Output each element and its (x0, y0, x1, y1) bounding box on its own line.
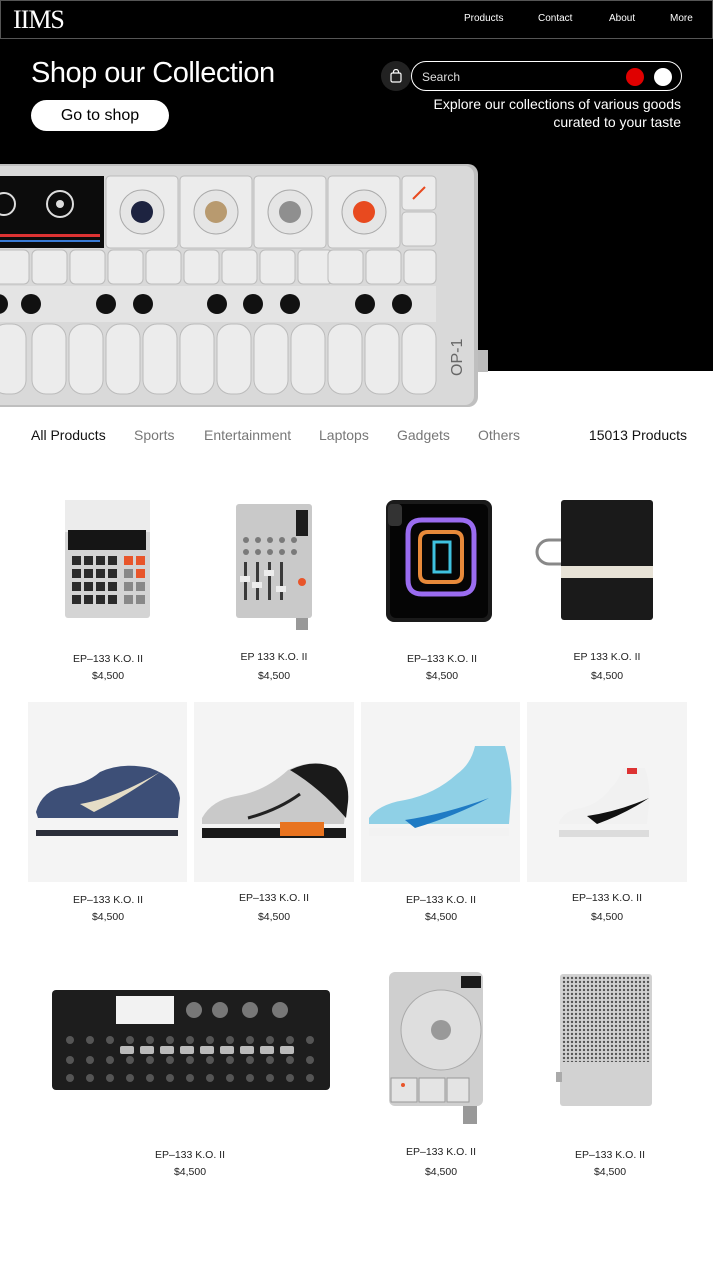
product-price: $4,500 (425, 670, 459, 682)
product-price: $4,500 (173, 1166, 207, 1178)
product-price: $4,500 (590, 670, 624, 682)
product-price: $4,500 (91, 670, 125, 682)
top-nav: IIMS Products Contact About More (0, 0, 713, 39)
search-bar (411, 61, 682, 91)
product-name: EP–133 K.O. II (405, 1146, 477, 1158)
category-others[interactable]: Others (478, 427, 520, 443)
product-name: EP 133 K.O. II (240, 651, 308, 663)
nav-products-link[interactable]: Products (464, 13, 503, 24)
cart-button[interactable] (381, 61, 411, 91)
product-card[interactable]: EP 133 K.O. II $4,500 (527, 490, 687, 685)
search-input[interactable] (422, 67, 612, 87)
product-count: 15013 Products (588, 427, 687, 443)
product-image (236, 504, 312, 630)
product-price: $4,500 (424, 911, 458, 923)
nav-contact-link[interactable]: Contact (538, 13, 572, 24)
category-sports[interactable]: Sports (134, 427, 174, 443)
nav-more-link[interactable]: More (670, 13, 693, 24)
red-color-swatch[interactable] (626, 68, 644, 86)
category-entertainment[interactable]: Entertainment (204, 427, 291, 443)
product-card[interactable]: EP–133 K.O. II $4,500 (50, 960, 332, 1185)
product-card[interactable]: EP–133 K.O. II $4,500 (28, 490, 188, 685)
product-card[interactable]: EP–133 K.O. II $4,500 (530, 960, 690, 1185)
product-card[interactable]: EP 133 K.O. II $4,500 (194, 490, 354, 685)
op1-label: OP-1 (449, 339, 466, 376)
category-laptops[interactable]: Laptops (319, 427, 369, 443)
product-image (28, 702, 187, 882)
product-image (556, 974, 652, 1106)
product-price: $4,500 (424, 1166, 458, 1178)
product-name: EP–133 K.O. II (72, 894, 144, 906)
product-card[interactable]: EP–133 K.O. II $4,500 (361, 702, 521, 927)
product-image (386, 500, 492, 622)
shopping-bag-icon (390, 69, 402, 83)
hero-subtitle: Explore our collections of various goods… (381, 95, 681, 131)
product-image (194, 702, 354, 882)
product-card[interactable]: EP–133 K.O. II $4,500 (527, 702, 687, 927)
product-card[interactable]: EP–133 K.O. II $4,500 (28, 702, 188, 927)
product-image (52, 990, 330, 1090)
product-image (389, 972, 483, 1124)
product-name: EP–133 K.O. II (574, 1149, 646, 1161)
category-all-products[interactable]: All Products (31, 427, 106, 443)
category-gadgets[interactable]: Gadgets (397, 427, 450, 443)
product-price: $4,500 (590, 911, 624, 923)
product-image (361, 702, 520, 882)
product-image (527, 702, 687, 882)
product-card[interactable]: EP–133 K.O. II $4,500 (361, 960, 521, 1185)
product-name: EP–133 K.O. II (238, 892, 310, 904)
product-name: EP–133 K.O. II (154, 1149, 226, 1161)
white-color-swatch[interactable] (654, 68, 672, 86)
product-price: $4,500 (257, 670, 291, 682)
product-name: EP–133 K.O. II (72, 653, 144, 665)
hero-title: Shop our Collection (31, 57, 275, 89)
product-name: EP–133 K.O. II (405, 894, 477, 906)
product-image (535, 500, 653, 620)
product-price: $4,500 (257, 911, 291, 923)
product-price: $4,500 (593, 1166, 627, 1178)
product-price: $4,500 (91, 911, 125, 923)
product-card[interactable]: EP–133 K.O. II $4,500 (362, 490, 522, 685)
product-name: EP 133 K.O. II (573, 651, 641, 663)
product-card[interactable]: EP–133 K.O. II $4,500 (194, 702, 354, 927)
hero-subtitle-line2: curated to your taste (553, 114, 681, 130)
product-image (65, 500, 150, 618)
hero-subtitle-line1: Explore our collections of various goods (433, 96, 681, 112)
brand-logo[interactable]: IIMS (13, 5, 65, 35)
product-name: EP–133 K.O. II (406, 653, 478, 665)
go-to-shop-button[interactable]: Go to shop (31, 100, 169, 131)
product-name: EP–133 K.O. II (571, 892, 643, 904)
op1-synthesizer-image: OP-1 (0, 164, 488, 407)
nav-about-link[interactable]: About (609, 13, 635, 24)
